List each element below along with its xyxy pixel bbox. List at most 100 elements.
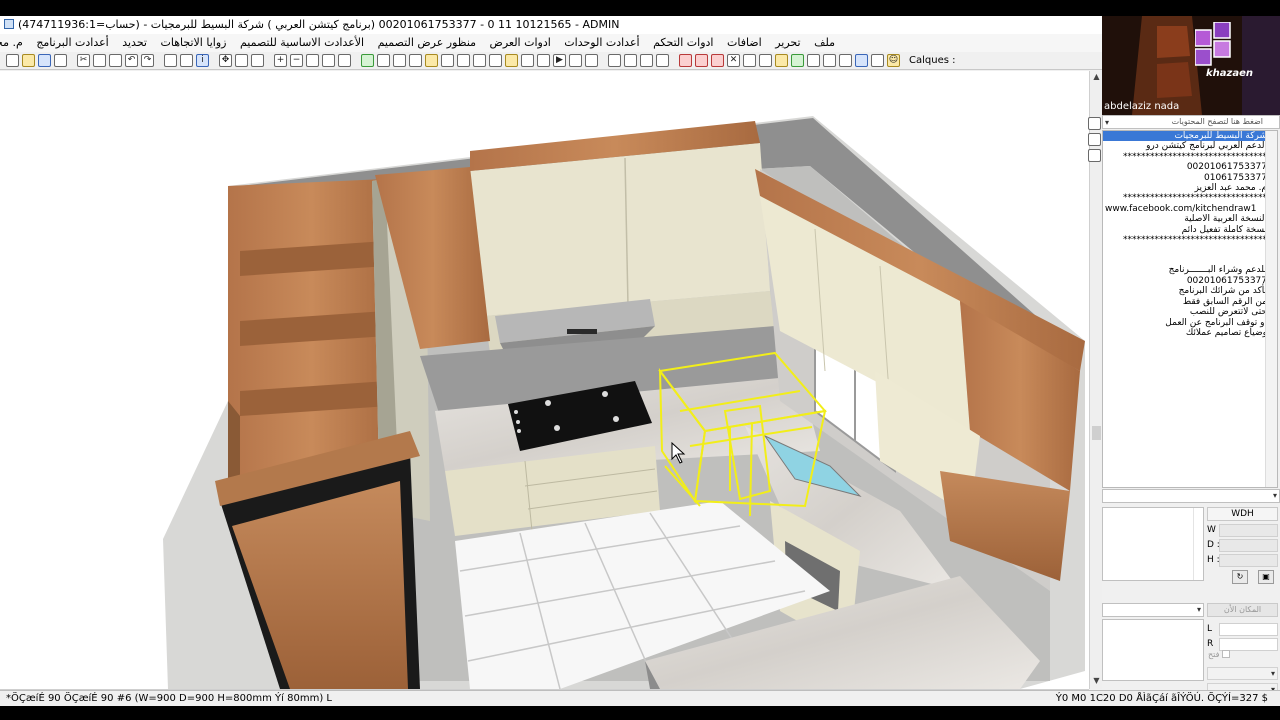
tools-icon[interactable] xyxy=(608,54,621,67)
menu-view-tools[interactable]: ادوات العرض xyxy=(485,34,556,52)
close-x-icon[interactable]: ✕ xyxy=(727,54,740,67)
mark-icon[interactable] xyxy=(679,54,692,67)
menu-perspective[interactable]: منظور عرض التصميم xyxy=(373,34,481,52)
render-icon[interactable] xyxy=(489,54,502,67)
delete-icon[interactable] xyxy=(656,54,669,67)
move-icon[interactable]: ✥ xyxy=(219,54,232,67)
open-checkbox[interactable]: فتح xyxy=(1208,650,1231,659)
vertical-scroll-thumb[interactable] xyxy=(1092,426,1101,440)
list-item[interactable]: 00201061753377 xyxy=(1103,162,1277,172)
undo-icon[interactable]: ↶ xyxy=(125,54,138,67)
zoom-out-icon[interactable]: − xyxy=(290,54,303,67)
info-list[interactable]: شركة البسيط للبرمجيات الدعم العربي لبرنا… xyxy=(1102,130,1278,488)
open-folder-icon[interactable] xyxy=(22,54,35,67)
new-file-icon[interactable] xyxy=(6,54,19,67)
table-icon[interactable] xyxy=(839,54,852,67)
panel-tool-icon[interactable] xyxy=(1088,133,1101,146)
box-icon[interactable] xyxy=(441,54,454,67)
back-icon[interactable] xyxy=(743,54,756,67)
vertical-scrollbar[interactable]: ▲ ▼ xyxy=(1089,71,1102,689)
menu-select[interactable]: تحديد xyxy=(117,34,152,52)
zoom-in-icon[interactable]: + xyxy=(274,54,287,67)
smiley-icon[interactable]: ☺ xyxy=(887,54,900,67)
menu-angles[interactable]: زوايا الاتجاهات xyxy=(156,34,232,52)
depth-input[interactable] xyxy=(1219,539,1278,552)
secondary-dropdown[interactable]: ▾ xyxy=(1102,489,1280,503)
catalog-dropdown[interactable]: اضغط هنا لتصفح المحتويات ▾ xyxy=(1102,115,1280,129)
option-dropdown-1[interactable]: ▾ xyxy=(1207,667,1278,680)
measure-icon[interactable] xyxy=(180,54,193,67)
list-item[interactable]: نسخة كاملة تفعيل دائم xyxy=(1103,225,1277,235)
left-input[interactable] xyxy=(1219,623,1278,636)
frame-icon[interactable] xyxy=(823,54,836,67)
list-item[interactable]: وضياع تصاميم عملائك xyxy=(1103,328,1277,338)
zoom-previous-icon[interactable] xyxy=(338,54,351,67)
checkbox-box[interactable] xyxy=(1222,650,1231,658)
mirror-icon[interactable] xyxy=(251,54,264,67)
eye-icon[interactable] xyxy=(569,54,582,67)
list-item[interactable] xyxy=(1103,255,1277,265)
dimension-icon[interactable] xyxy=(807,54,820,67)
pin-icon[interactable] xyxy=(695,54,708,67)
list-item[interactable]: الدعم العربي لبرنامج كيتشن درو xyxy=(1103,141,1277,151)
list-item[interactable]: شركة البسيط للبرمجيات xyxy=(1103,131,1277,142)
list-item[interactable]: حتى لاتتعرض للنصب xyxy=(1103,307,1277,317)
menu-addons[interactable]: اضافات xyxy=(722,34,767,52)
3d-viewport[interactable] xyxy=(0,71,1089,689)
paste-icon[interactable] xyxy=(109,54,122,67)
grid-icon[interactable] xyxy=(377,54,390,67)
menu-basic-settings[interactable]: الأعدادت الاساسية للتصميم xyxy=(235,34,369,52)
sound-icon[interactable] xyxy=(759,54,772,67)
notes-scrollbar[interactable] xyxy=(1193,508,1203,580)
list-item[interactable]: 00201061753377 xyxy=(1103,276,1277,286)
menu-unit-settings[interactable]: أعدادت الوحدات xyxy=(559,34,644,52)
list-item[interactable]: ******************************** xyxy=(1103,152,1277,162)
copy-view-icon[interactable] xyxy=(871,54,884,67)
list-item[interactable] xyxy=(1103,245,1277,255)
wireframe-icon[interactable] xyxy=(409,54,422,67)
menu-file[interactable]: ملف xyxy=(809,34,840,52)
variant-dropdown[interactable]: ▾ xyxy=(1102,603,1204,617)
list-item[interactable]: ******************************** xyxy=(1103,193,1277,203)
line-icon[interactable] xyxy=(640,54,653,67)
menu-contact[interactable]: م. محمد عبد العزيز 00201061753377 xyxy=(0,34,28,52)
orbit-icon[interactable] xyxy=(585,54,598,67)
list-item[interactable]: ******************************** xyxy=(1103,235,1277,245)
list-item[interactable]: 01061753377 xyxy=(1103,173,1277,183)
elevation-icon[interactable] xyxy=(393,54,406,67)
list-item[interactable]: م. محمد عبد العزيز xyxy=(1103,183,1277,193)
lock-icon[interactable] xyxy=(624,54,637,67)
redo-icon[interactable]: ↷ xyxy=(141,54,154,67)
plan-view-icon[interactable] xyxy=(361,54,374,67)
network-icon[interactable] xyxy=(855,54,868,67)
realistic-icon[interactable] xyxy=(505,54,518,67)
height-input[interactable] xyxy=(1219,554,1278,567)
menu-controls[interactable]: ادوات التحكم xyxy=(648,34,718,52)
panel-tool-icon[interactable] xyxy=(1088,117,1101,130)
copy-icon[interactable] xyxy=(93,54,106,67)
info-icon[interactable]: i xyxy=(196,54,209,67)
list-scrollbar[interactable] xyxy=(1265,131,1277,487)
list-item[interactable]: تأكد من شرائك البرنامج xyxy=(1103,286,1277,296)
highlight-icon[interactable] xyxy=(711,54,724,67)
layers-icon[interactable] xyxy=(457,54,470,67)
list-item[interactable]: للدعم وشراء البـــــــرنامج xyxy=(1103,265,1277,275)
comment-box[interactable] xyxy=(1102,619,1204,681)
panel-tool-icon[interactable] xyxy=(1088,149,1101,162)
list-item[interactable]: أو توقف البرنامج عن العمل xyxy=(1103,318,1277,328)
camera-icon[interactable] xyxy=(521,54,534,67)
menu-edit[interactable]: تحرير xyxy=(770,34,805,52)
cut-icon[interactable]: ✂ xyxy=(77,54,90,67)
list-item[interactable]: www.facebook.com/kitchendraw1 xyxy=(1103,204,1277,214)
list-item[interactable]: النسخة العربية الاصلية xyxy=(1103,214,1277,224)
object-icon[interactable] xyxy=(791,54,804,67)
light-icon[interactable] xyxy=(775,54,788,67)
zoom-all-icon[interactable] xyxy=(322,54,335,67)
scroll-down-icon[interactable]: ▼ xyxy=(1091,675,1102,686)
refresh-icon[interactable]: ↻ xyxy=(1232,570,1248,584)
current-place-button[interactable]: المكان الأن xyxy=(1207,603,1278,617)
photo-icon[interactable] xyxy=(537,54,550,67)
list-item[interactable]: من الرقم السابق فقط xyxy=(1103,297,1277,307)
align-icon[interactable] xyxy=(164,54,177,67)
notes-box[interactable] xyxy=(1102,507,1204,581)
